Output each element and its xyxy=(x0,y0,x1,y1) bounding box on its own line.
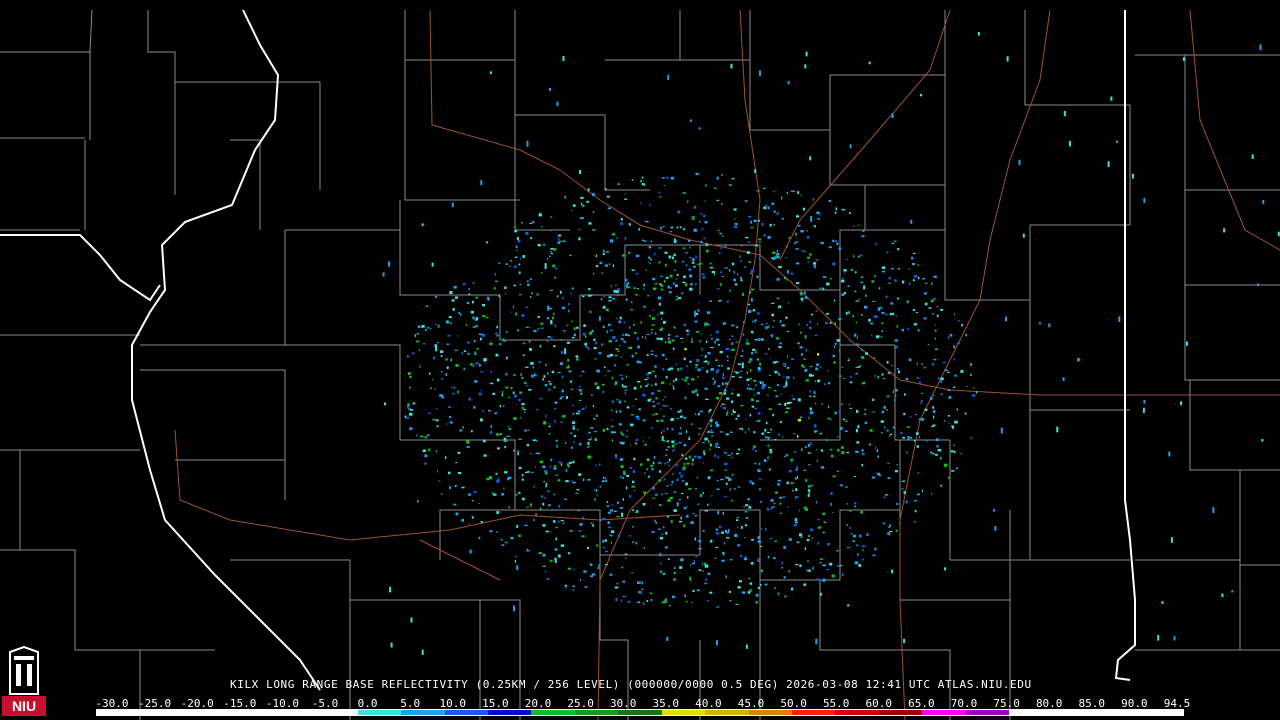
county-boundaries xyxy=(0,9,1280,720)
color-segment xyxy=(618,710,662,715)
color-segment xyxy=(1052,710,1097,715)
color-segment xyxy=(97,710,141,715)
color-segment xyxy=(1009,710,1053,715)
color-segment xyxy=(314,710,358,715)
color-segment xyxy=(487,710,532,715)
color-segment xyxy=(401,710,445,715)
radar-map xyxy=(0,9,1280,720)
color-segment xyxy=(574,710,619,715)
color-segment xyxy=(140,710,184,715)
color-segment xyxy=(444,710,488,715)
color-segment xyxy=(357,710,402,715)
color-segment xyxy=(835,710,879,715)
color-scale-labels: -30.0 -25.0 -20.0 -15.0 -10.0 -5.0 0.0 5.0 10.0 1… xyxy=(94,697,1194,710)
niu-logo: NIU xyxy=(2,646,46,716)
color-scale-bar xyxy=(96,709,1184,716)
color-segment xyxy=(965,710,1010,715)
color-segment xyxy=(705,710,749,715)
color-segment xyxy=(792,710,836,715)
logo-text: NIU xyxy=(12,698,36,714)
color-segment xyxy=(227,710,271,715)
color-segment xyxy=(270,710,315,715)
color-segment xyxy=(748,710,792,715)
state-boundaries xyxy=(0,9,1136,691)
radar-echo-field xyxy=(382,31,1280,655)
color-segment xyxy=(531,710,575,715)
color-segment xyxy=(1096,710,1140,715)
highways xyxy=(174,9,1280,720)
color-segment xyxy=(878,710,923,715)
color-segment xyxy=(661,710,706,715)
color-segment xyxy=(183,710,228,715)
color-segment xyxy=(1139,710,1183,715)
product-title: KILX LONG RANGE BASE REFLECTIVITY (0.25K… xyxy=(230,678,1032,691)
color-segment xyxy=(922,710,966,715)
